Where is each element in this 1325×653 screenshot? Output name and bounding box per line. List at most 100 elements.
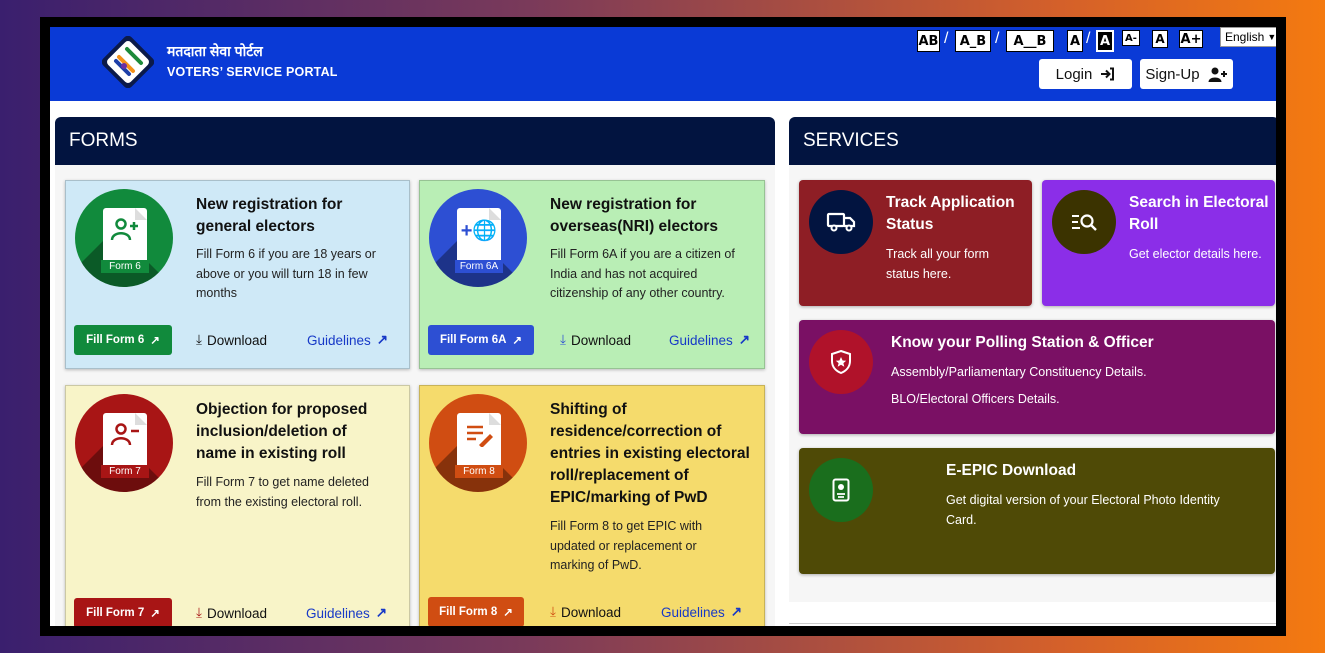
download-form-6a-link[interactable]: ⤓ Download: [560, 332, 631, 348]
card-title: New registration for general electors: [196, 196, 343, 235]
service-description: Get elector details here.: [1129, 247, 1262, 261]
font-normal-button[interactable]: A: [1152, 30, 1168, 48]
download-label: Download: [206, 332, 268, 348]
divider: /: [944, 30, 949, 47]
e-epic-download-card[interactable]: E-EPIC Download Get digital version of y…: [799, 448, 1275, 574]
download-icon: ⤓: [196, 332, 202, 347]
download-form-7-link[interactable]: ⤓ Download: [196, 605, 267, 621]
card-title: New registration for overseas(NRI) elect…: [550, 196, 718, 235]
language-selected: English: [1225, 30, 1265, 44]
button-label: Fill Form 6: [86, 334, 145, 346]
contrast-option-light[interactable]: A: [1067, 30, 1083, 52]
guidelines-form-7-link[interactable]: Guidelines ↗: [306, 605, 387, 621]
page: मतदाता सेवा पोर्टल VOTERS’ SERVICE PORTA…: [50, 27, 1276, 626]
service-title: Track Application Status: [886, 194, 1015, 233]
globe-plus-icon: +🌐: [460, 220, 498, 242]
service-description: Assembly/Parliamentary Constituency Deta…: [891, 365, 1147, 379]
font-decrease-button[interactable]: A-: [1122, 30, 1140, 46]
form-card-8: Form 8 Shifting of residence/correction …: [419, 385, 765, 626]
screenshot-frame: मतदाता सेवा पोर्टल VOTERS’ SERVICE PORTA…: [40, 17, 1286, 636]
contrast-option-dark[interactable]: A: [1096, 30, 1114, 52]
services-heading: SERVICES: [803, 130, 899, 151]
fill-form-8-button[interactable]: Fill Form 8 ↗: [428, 597, 524, 626]
divider: /: [995, 30, 1000, 47]
brand-name-hindi: मतदाता सेवा पोर्टल: [167, 43, 263, 59]
download-icon: ⤓: [560, 332, 566, 347]
card-title: Shifting of residence/correction of entr…: [550, 401, 750, 506]
forms-panel-heading: FORMS: [55, 117, 775, 165]
guidelines-form-6a-link[interactable]: Guidelines ↗: [669, 332, 750, 348]
polling-station-card[interactable]: Know your Polling Station & Officer Asse…: [799, 320, 1275, 434]
font-increase-button[interactable]: A+: [1179, 30, 1203, 48]
search-electoral-roll-card[interactable]: Search in Electoral Roll Get elector det…: [1042, 180, 1275, 306]
forms-heading: FORMS: [69, 130, 138, 151]
login-icon: [1101, 67, 1115, 81]
download-form-6-link[interactable]: ⤓ Download: [196, 332, 267, 348]
form-7-icon: Form 7: [75, 394, 173, 492]
service-title: E-EPIC Download: [946, 462, 1077, 479]
guidelines-form-8-link[interactable]: Guidelines ↗: [661, 604, 742, 620]
download-form-8-link[interactable]: ⤓ Download: [550, 604, 621, 620]
spacing-option-wide[interactable]: A_B: [955, 30, 991, 52]
login-label: Login: [1055, 65, 1093, 83]
form-badge: Form 8: [455, 465, 503, 478]
login-button[interactable]: Login: [1039, 59, 1132, 89]
truck-icon: [809, 190, 873, 254]
arrow-up-right-icon: ↗: [375, 605, 388, 620]
arrow-up-right-icon: ↗: [730, 604, 743, 619]
eci-logo-icon: [102, 36, 154, 88]
service-title: Know your Polling Station & Officer: [891, 334, 1154, 351]
button-label: Fill Form 6A: [439, 334, 507, 346]
arrow-up-right-icon: ↗: [150, 335, 160, 347]
guidelines-label: Guidelines: [306, 605, 370, 621]
service-description: BLO/Electoral Officers Details.: [891, 392, 1060, 406]
fill-form-6a-button[interactable]: Fill Form 6A ↗: [428, 325, 534, 355]
signup-button[interactable]: Sign-Up: [1140, 59, 1233, 89]
spacing-option-normal[interactable]: AB: [917, 30, 940, 52]
form-card-6a: +🌐 Form 6A New registration for overseas…: [419, 180, 765, 369]
download-icon: ⤓: [196, 605, 202, 620]
shield-star-icon: [809, 330, 873, 394]
form-8-icon: Form 8: [429, 394, 527, 492]
button-label: Fill Form 8: [439, 606, 498, 618]
arrow-up-right-icon: ↗: [376, 332, 389, 347]
guidelines-label: Guidelines: [307, 332, 371, 348]
download-label: Download: [206, 605, 268, 621]
form-6-icon: Form 6: [75, 189, 173, 287]
divider: /: [1086, 30, 1091, 47]
guidelines-form-6-link[interactable]: Guidelines ↗: [307, 332, 388, 348]
card-description: Fill Form 6 if you are 18 years or above…: [196, 247, 376, 300]
guidelines-label: Guidelines: [661, 604, 725, 620]
card-description: Fill Form 7 to get name deleted from the…: [196, 475, 369, 509]
arrow-up-right-icon: ↗: [512, 335, 523, 347]
chevron-down-icon: ▼: [1267, 32, 1276, 42]
divider: [789, 623, 1276, 624]
search-list-icon: [1052, 190, 1116, 254]
arrow-up-right-icon: ↗: [503, 607, 513, 619]
download-label: Download: [570, 332, 632, 348]
add-user-icon: [110, 218, 138, 241]
form-card-7: Form 7 Objection for proposed inclusion/…: [65, 385, 410, 626]
form-badge: Form 7: [101, 465, 149, 478]
remove-user-icon: [110, 423, 139, 446]
track-application-card[interactable]: Track Application Status Track all your …: [799, 180, 1032, 306]
guidelines-label: Guidelines: [669, 332, 733, 348]
download-icon: ⤓: [550, 604, 556, 619]
button-label: Fill Form 7: [86, 607, 145, 619]
card-description: Fill Form 6A if you are a citizen of Ind…: [550, 247, 735, 300]
form-card-6: Form 6 New registration for general elec…: [65, 180, 410, 369]
fill-form-7-button[interactable]: Fill Form 7 ↗: [74, 598, 172, 626]
site-header: मतदाता सेवा पोर्टल VOTERS’ SERVICE PORTA…: [50, 27, 1276, 101]
card-description: Fill Form 8 to get EPIC with updated or …: [550, 519, 703, 572]
download-label: Download: [560, 604, 622, 620]
form-6a-icon: +🌐 Form 6A: [429, 189, 527, 287]
arrow-up-right-icon: ↗: [150, 608, 160, 620]
language-select[interactable]: English ▼: [1220, 27, 1276, 47]
add-user-icon: [1208, 67, 1227, 82]
id-card-icon: [809, 458, 873, 522]
signup-label: Sign-Up: [1145, 65, 1200, 83]
edit-lines-icon: [467, 425, 493, 448]
spacing-option-wider[interactable]: A__B: [1006, 30, 1054, 52]
service-description: Track all your form status here.: [886, 247, 990, 281]
fill-form-6-button[interactable]: Fill Form 6 ↗: [74, 325, 172, 355]
